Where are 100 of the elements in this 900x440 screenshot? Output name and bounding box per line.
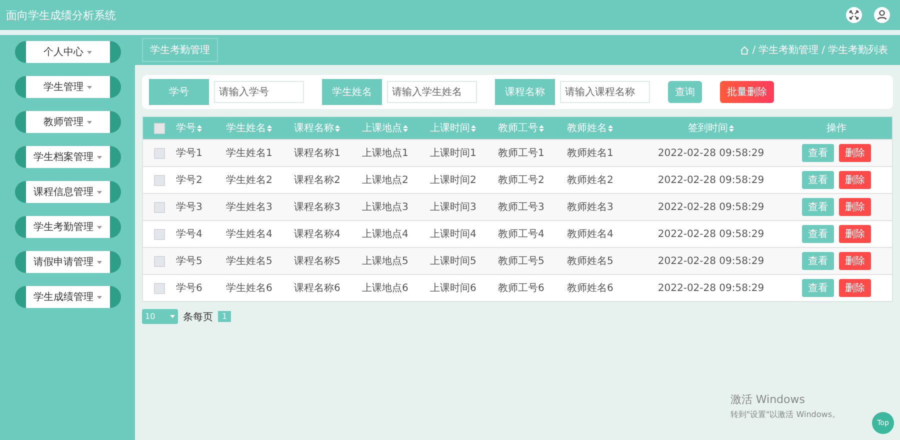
search-field[interactable]: 请输入课程名称 [560,81,650,103]
search-field[interactable]: 请输入学号 [214,81,304,103]
caret-icon [86,50,92,54]
table-cell-text: 上课地点3 [362,200,410,214]
sort-icon[interactable] [335,124,340,132]
home-icon[interactable] [740,46,750,54]
page-size-select[interactable]: 10 [142,309,178,324]
delete-button[interactable]: 删除 [839,144,871,162]
sort-icon[interactable] [608,124,613,132]
table-cell-text: 教师姓名6 [567,282,614,295]
table-cell-text: 上课时间4 [430,228,478,241]
row-checkbox[interactable] [154,256,165,266]
sort-icon[interactable] [729,124,734,132]
column-header[interactable]: 教师姓名 [567,121,607,135]
table-cell-text: 教师姓名5 [567,255,614,268]
row-checkbox[interactable] [154,202,165,212]
delete-button[interactable]: 删除 [839,171,871,189]
view-button[interactable]: 查看 [802,279,834,297]
field-label: 学生姓名 [322,79,382,105]
query-button[interactable]: 查询 [668,81,702,103]
table-cell-text: 课程名称4 [294,228,342,241]
table-cell-text: 课程名称6 [294,282,342,295]
view-button[interactable]: 查看 [802,198,834,216]
table-cell-text: 上课时间3 [430,200,478,214]
breadcrumb-item: 学生考勤列表 [828,44,888,57]
row-checkbox[interactable] [154,148,165,158]
sort-icon[interactable] [471,124,476,132]
delete-button[interactable]: 删除 [839,225,871,243]
table-cell-text: 学生姓名2 [226,174,274,187]
table-cell-text: 课程名称3 [294,201,342,214]
sidebar-item[interactable]: 学生成绩管理 [14,286,120,308]
fullscreen-icon[interactable] [846,7,862,23]
delete-button[interactable]: 删除 [839,198,871,216]
table-cell-text: 2022-02-28 09:58:29 [656,202,766,212]
sidebar-item[interactable]: 学生考勤管理 [14,216,120,238]
table-cell-text: 学号5 [176,255,204,268]
breadcrumb-separator: / [752,44,756,56]
row-checkbox[interactable] [154,228,165,240]
page-number[interactable]: 1 [218,311,232,322]
table-cell-text: 学生姓名4 [226,228,274,241]
table-cell-text: 教师工号4 [498,228,546,241]
column-header[interactable]: 上课时间 [430,121,470,135]
column-header[interactable]: 签到时间 [688,121,728,135]
delete-button[interactable]: 删除 [839,252,871,270]
sidebar-item[interactable]: 请假申请管理 [14,251,120,273]
sort-icon[interactable] [539,124,544,132]
table-cell-text: 学号1 [176,147,204,160]
column-header[interactable]: 教师工号 [498,121,538,135]
table-cell-text: 教师工号6 [498,282,546,295]
delete-button[interactable]: 删除 [839,279,871,297]
table-cell-text: 上课地点2 [362,174,410,187]
batch-delete-button[interactable]: 批量删除 [720,81,774,103]
caret-icon [96,260,102,264]
select-all-checkbox[interactable] [154,122,165,134]
table-cell-text: 2022-02-28 09:58:29 [656,228,766,240]
sort-icon[interactable] [267,124,272,132]
table-cell-text: 上课时间6 [430,282,478,295]
table-cell-text: 学号6 [176,282,204,295]
table-cell-text: 2022-02-28 09:58:29 [656,174,766,186]
sort-icon[interactable] [197,124,202,132]
table-cell-text: 上课地点1 [362,146,410,160]
table-cell-text: 学生姓名1 [226,146,274,160]
view-button[interactable]: 查看 [802,225,834,243]
table-cell-text: 2022-02-28 09:58:29 [656,282,766,294]
table-cell-text: 教师姓名4 [567,228,614,241]
table-cell-text: 课程名称1 [294,147,342,160]
table-cell-text: 教师姓名2 [567,174,614,187]
view-button[interactable]: 查看 [802,171,834,189]
row-checkbox[interactable] [154,282,165,294]
breadcrumb-item[interactable]: 学生考勤管理 [758,43,819,57]
column-header[interactable]: 学生姓名 [226,121,266,135]
table-cell-text: 课程名称5 [294,255,342,268]
breadcrumb-separator: / [822,44,825,56]
page-tab[interactable]: 学生考勤管理 [142,38,218,62]
table-cell-text: 教师工号2 [498,174,546,187]
caret-icon [96,190,102,194]
row-checkbox[interactable] [154,174,165,186]
table-cell-text: 学生姓名3 [226,200,274,214]
table-cell-text: 学号4 [176,228,204,241]
field-label: 课程名称 [495,79,555,105]
sidebar-item[interactable]: 学生档案管理 [14,146,120,168]
sort-icon[interactable] [403,124,408,132]
sidebar-item[interactable]: 教师管理 [14,111,120,133]
column-header[interactable]: 课程名称 [294,121,334,135]
sidebar-item[interactable]: 课程信息管理 [14,181,120,203]
user-icon[interactable] [874,7,890,23]
table-cell-text: 上课地点5 [362,254,410,268]
column-header[interactable]: 上课地点 [362,121,402,135]
search-field[interactable]: 请输入学生姓名 [387,81,477,103]
caret-icon [86,86,92,88]
table-cell-text: 上课时间1 [430,146,478,160]
table-cell-text: 2022-02-28 09:58:29 [656,256,766,266]
field-label: 学号 [149,79,209,105]
caret-icon [96,296,102,298]
view-button[interactable]: 查看 [802,144,834,162]
table-cell-text: 教师工号3 [498,201,546,214]
sidebar-item[interactable]: 学生管理 [14,76,120,98]
sidebar-item[interactable]: 个人中心 [14,41,120,63]
view-button[interactable]: 查看 [802,252,834,270]
column-header[interactable]: 学号 [176,121,196,135]
